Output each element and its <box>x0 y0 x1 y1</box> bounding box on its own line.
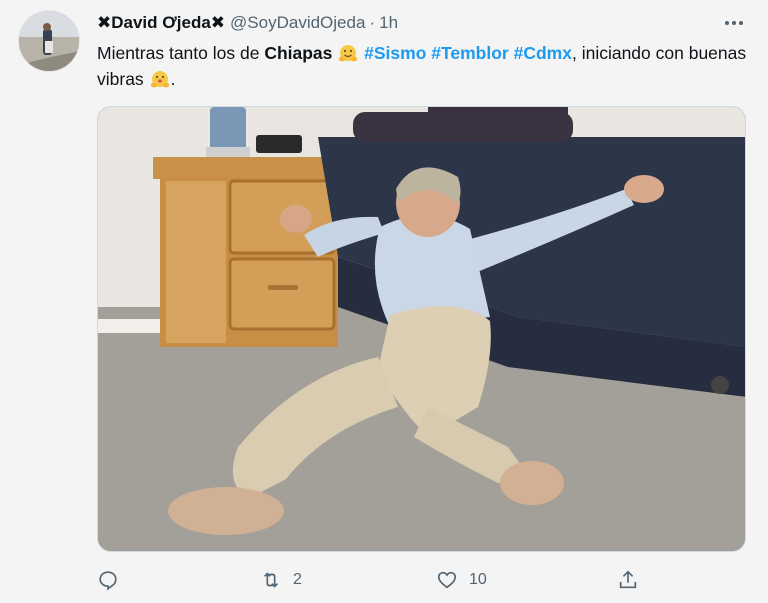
display-name[interactable]: ✖David Ơjeda✖ <box>97 13 225 33</box>
retweet-icon <box>263 572 279 588</box>
text-bold-chiapas: Chiapas <box>264 43 333 63</box>
like-button[interactable]: 10 <box>435 566 487 594</box>
display-name-text: David Ơjeda <box>111 13 211 32</box>
retweet-button[interactable]: 2 <box>259 566 302 594</box>
tweet-header: ✖David Ơjeda✖ @SoyDavidOjeda · 1h <box>97 12 398 34</box>
tweet: ✖David Ơjeda✖ @SoyDavidOjeda · 1h Mientr… <box>0 0 768 603</box>
user-handle[interactable]: @SoyDavidOjeda <box>230 13 365 33</box>
hashtag-temblor[interactable]: #Temblor <box>431 43 508 63</box>
reply-icon <box>99 571 117 591</box>
hashtag-cdmx[interactable]: #Cdmx <box>514 43 572 63</box>
hugging-face-emoji-icon <box>339 45 358 62</box>
avatar[interactable] <box>18 10 80 72</box>
separator: · <box>369 13 376 32</box>
text-part-1: Mientras tanto los de <box>97 43 265 63</box>
photo-woman-on-floor <box>98 107 745 551</box>
more-button[interactable] <box>720 12 748 34</box>
hashtag-sismo[interactable]: #Sismo <box>364 43 426 63</box>
tweet-text: Mientras tanto los de Chiapas #Sismo #Te… <box>97 40 747 92</box>
avatar-image <box>19 11 79 71</box>
text-end: . <box>170 69 176 89</box>
retweet-count: 2 <box>293 571 302 588</box>
share-icon <box>619 570 637 589</box>
hugging-face-emoji-icon <box>150 71 169 88</box>
tweet-media-photo[interactable] <box>97 106 746 552</box>
share-button[interactable] <box>617 566 639 594</box>
name-decoration-left: ✖ <box>97 13 112 32</box>
like-icon <box>437 571 457 589</box>
timestamp[interactable]: 1h <box>379 13 398 33</box>
reply-button[interactable] <box>97 566 129 594</box>
tweet-actions: 2 10 <box>97 566 657 594</box>
more-icon <box>725 21 743 25</box>
name-decoration-right: ✖ <box>210 13 226 32</box>
like-count: 10 <box>469 571 487 588</box>
